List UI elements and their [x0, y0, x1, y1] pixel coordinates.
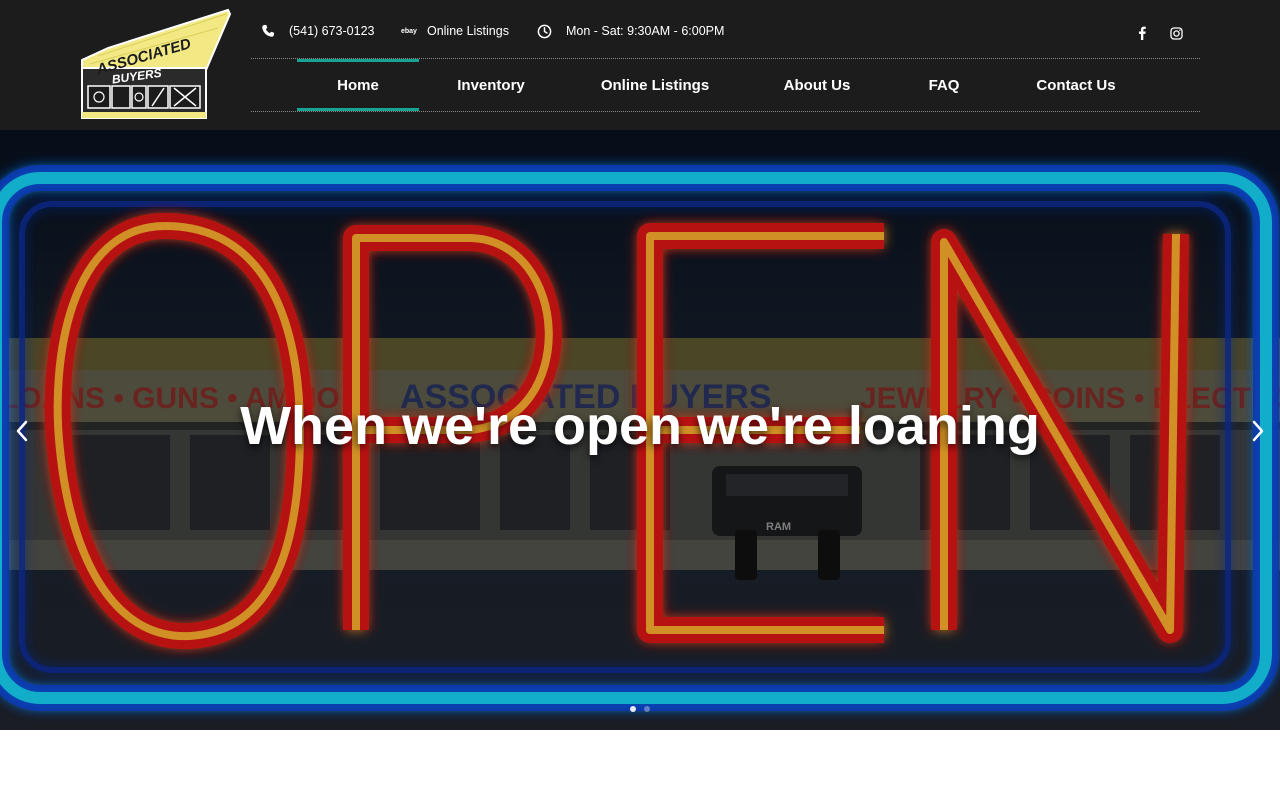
online-listings-link[interactable]: ebay Online Listings [401, 14, 509, 48]
nav-contact-us[interactable]: Contact Us [1021, 59, 1131, 111]
hero-title: When we're open we're loaning [240, 396, 1040, 456]
slider-pagination [0, 706, 1280, 712]
contact-bar: (541) 673-0123 ebay Online Listings Mon … [251, 14, 1200, 48]
nav-faq[interactable]: FAQ [911, 59, 977, 111]
online-listings-text: Online Listings [426, 24, 509, 38]
nav-home[interactable]: Home [297, 59, 419, 111]
slider-dot-2[interactable] [644, 706, 650, 712]
nav-contact-us-label: Contact Us [1036, 76, 1116, 94]
phone-icon [261, 24, 275, 38]
nav-about-us-label: About Us [783, 76, 851, 94]
phone-number: (541) 673-0123 [289, 24, 375, 38]
site-logo[interactable]: ASSOCIATED BUYERS [78, 8, 234, 122]
nav-inventory-label: Inventory [457, 76, 525, 94]
main-nav: Home Inventory Online Listings About Us … [251, 58, 1200, 112]
nav-faq-label: FAQ [928, 76, 960, 94]
slider-prev-button[interactable] [8, 416, 36, 446]
site-header: ASSOCIATED BUYERS (541) 673-0123 ebay On… [0, 0, 1280, 130]
nav-online-listings[interactable]: Online Listings [585, 59, 725, 111]
slider-dot-1[interactable] [630, 706, 636, 712]
facebook-link[interactable] [1130, 20, 1154, 46]
facebook-icon [1138, 26, 1146, 40]
hero-slider: LOANS • GUNS • AMMO ASSOCIATED BUYERS JE… [0, 130, 1280, 730]
business-hours: Mon - Sat: 9:30AM - 6:00PM [537, 14, 724, 48]
nav-inventory[interactable]: Inventory [439, 59, 543, 111]
slider-next-button[interactable] [1244, 416, 1272, 446]
nav-about-us[interactable]: About Us [767, 59, 867, 111]
instagram-icon [1169, 26, 1183, 40]
chevron-right-icon [1252, 420, 1264, 442]
nav-online-listings-label: Online Listings [600, 76, 710, 94]
ebay-icon: ebay [401, 27, 417, 35]
chevron-left-icon [16, 420, 28, 442]
phone-contact[interactable]: (541) 673-0123 [261, 14, 374, 48]
nav-home-label: Home [337, 76, 379, 94]
clock-icon [537, 24, 552, 39]
hours-text: Mon - Sat: 9:30AM - 6:00PM [566, 24, 725, 38]
instagram-link[interactable] [1164, 20, 1188, 46]
